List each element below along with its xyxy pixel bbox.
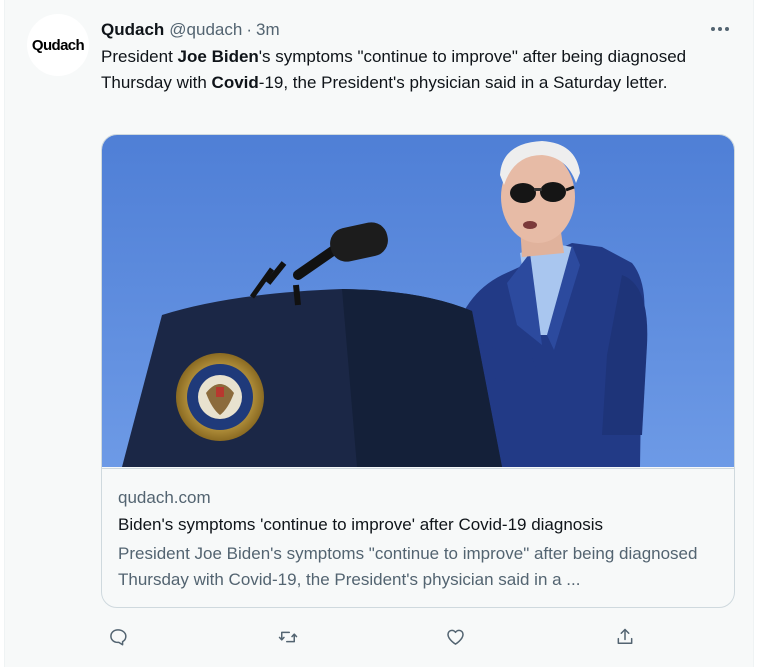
- card-title: Biden's symptoms 'continue to improve' a…: [118, 515, 604, 534]
- tweet-text-part: President: [101, 47, 178, 66]
- card-body[interactable]: qudach.com Biden's symptoms 'continue to…: [102, 468, 734, 607]
- share-icon: [617, 628, 633, 644]
- retweet-button[interactable]: [271, 620, 305, 654]
- reply-button[interactable]: [101, 620, 135, 654]
- more-horizontal-icon: [710, 27, 731, 31]
- tweet-text: President Joe Biden's symptoms "continue…: [101, 44, 711, 96]
- card-description: President Joe Biden's symptoms "continue…: [118, 544, 698, 589]
- tweet-text-bold-keyword: Covid: [211, 73, 259, 92]
- avatar-logo-text: Qudach: [31, 36, 85, 54]
- reply-icon: [110, 629, 127, 646]
- tweet-header: Qudach @qudach · 3m: [101, 20, 280, 40]
- tweet-timestamp[interactable]: 3m: [256, 20, 280, 40]
- retweet-icon: [278, 631, 298, 643]
- like-icon: [446, 629, 464, 645]
- avatar[interactable]: Qudach: [27, 14, 89, 76]
- share-button[interactable]: [608, 620, 642, 654]
- more-options-button[interactable]: [705, 14, 735, 44]
- card-image[interactable]: [102, 135, 734, 467]
- author-handle[interactable]: @qudach: [169, 20, 242, 40]
- link-card[interactable]: qudach.com Biden's symptoms 'continue to…: [101, 134, 735, 608]
- like-button[interactable]: [438, 620, 472, 654]
- tweet-text-bold-name: Joe Biden: [177, 47, 259, 66]
- separator-dot: ·: [246, 20, 252, 39]
- author-name[interactable]: Qudach: [101, 20, 164, 40]
- tweet[interactable]: Qudach Qudach @qudach · 3m President Joe…: [4, 0, 754, 667]
- card-domain: qudach.com: [118, 488, 211, 507]
- tweet-actions: [101, 620, 733, 654]
- tweet-text-part: -19, the President's physician said in a…: [258, 73, 668, 92]
